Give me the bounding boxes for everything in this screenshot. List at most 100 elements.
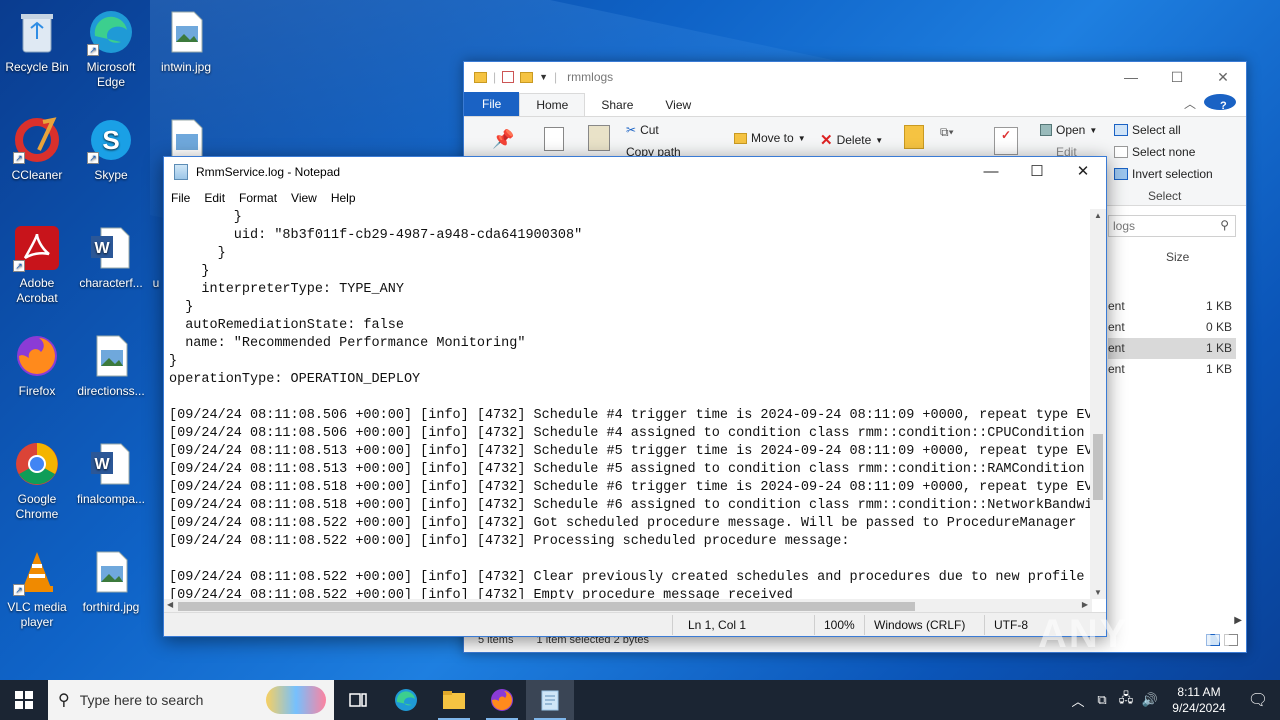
- recycle-bin-icon: [13, 8, 61, 56]
- minimize-button[interactable]: —: [968, 157, 1014, 187]
- desktop-icon-recycle-bin[interactable]: Recycle Bin: [0, 8, 74, 75]
- network-device-icon[interactable]: ⧉: [1090, 692, 1114, 708]
- menu-file[interactable]: File: [164, 191, 197, 205]
- text-editor-area[interactable]: } uid: "8b3f011f-cb29-4987-a948-cda64190…: [164, 209, 1092, 599]
- image-file-icon: [87, 332, 135, 380]
- taskbar-firefox[interactable]: [478, 680, 526, 720]
- help-icon[interactable]: ?: [1200, 94, 1246, 116]
- notepad-title-bar[interactable]: RmmService.log - Notepad — ☐ ✕: [164, 157, 1106, 187]
- taskbar-search-box[interactable]: ⚲ Type here to search: [48, 680, 334, 720]
- properties-button[interactable]: ✓: [994, 127, 1018, 155]
- desktop-icon-label: Recycle Bin: [5, 60, 69, 74]
- horizontal-scroll-thumb[interactable]: [178, 602, 915, 611]
- menu-view[interactable]: View: [284, 191, 324, 205]
- notepad-window[interactable]: RmmService.log - Notepad — ☐ ✕ File Edit…: [163, 156, 1107, 637]
- cut-button[interactable]: ✂ Cut: [626, 123, 659, 137]
- start-button[interactable]: [0, 680, 48, 720]
- chevron-up-icon[interactable]: ︿: [1066, 691, 1090, 710]
- desktop-icon-acrobat[interactable]: ↗ Adobe Acrobat: [0, 224, 74, 306]
- column-header-size[interactable]: Size: [1166, 250, 1189, 264]
- vertical-scrollbar[interactable]: ▲ ▼: [1090, 209, 1106, 599]
- move-to-button[interactable]: Move to ▼: [734, 131, 806, 145]
- scroll-up-arrow[interactable]: ▲: [1094, 211, 1102, 220]
- network-icon[interactable]: 🖧: [1114, 689, 1138, 711]
- cut-label: Cut: [640, 123, 659, 137]
- search-box[interactable]: logs ⚲: [1108, 215, 1236, 237]
- list-item[interactable]: ent 1 KB: [1108, 359, 1236, 380]
- properties-icon[interactable]: [502, 71, 515, 83]
- tab-share[interactable]: Share: [585, 94, 649, 116]
- tab-home[interactable]: Home: [519, 93, 586, 116]
- maximize-button[interactable]: ☐: [1154, 69, 1200, 86]
- chevron-down-icon[interactable]: ▼: [539, 72, 548, 82]
- horizontal-scrollbar[interactable]: ◀ ▶: [164, 599, 1092, 613]
- list-item[interactable]: ent 0 KB: [1108, 317, 1236, 338]
- desktop-icon-intwin[interactable]: intwin.jpg: [149, 8, 223, 75]
- desktop-icon-u[interactable]: u: [149, 224, 163, 291]
- select-none-button[interactable]: Select none: [1114, 145, 1195, 159]
- shortcut-arrow-icon: ↗: [13, 584, 25, 596]
- text-line: [09/24/24 08:11:08.506 +00:00] [info] [4…: [169, 426, 1085, 441]
- taskbar-edge[interactable]: [382, 680, 430, 720]
- scroll-right-arrow[interactable]: ▶: [1082, 600, 1088, 609]
- list-item[interactable]: ent 1 KB: [1108, 338, 1236, 359]
- desktop-icon-characterf[interactable]: W characterf...: [74, 224, 148, 291]
- collapse-ribbon-icon[interactable]: ︿: [1180, 91, 1200, 116]
- notification-icon[interactable]: 🗨: [1236, 690, 1280, 710]
- new-folder-icon[interactable]: [520, 71, 534, 83]
- tab-view[interactable]: View: [649, 94, 707, 116]
- taskbar-file-explorer[interactable]: [430, 680, 478, 720]
- paste-icon[interactable]: [588, 125, 610, 151]
- explorer-hscroll-right-arrow[interactable]: ▶: [1234, 615, 1242, 626]
- file-icon: [149, 224, 163, 272]
- new-folder-button[interactable]: [904, 125, 924, 149]
- vertical-scroll-thumb[interactable]: [1093, 434, 1103, 500]
- task-view-icon: [349, 693, 367, 707]
- taskbar-notepad[interactable]: [526, 680, 574, 720]
- text-line: }: [169, 354, 178, 369]
- desktop-icon-ccleaner[interactable]: ↗ CCleaner: [0, 116, 74, 183]
- text-line: [09/24/24 08:11:08.513 +00:00] [info] [4…: [169, 444, 1092, 459]
- edge-icon: [395, 689, 417, 711]
- folder-icon: [474, 71, 487, 83]
- text-line: }: [169, 246, 226, 261]
- status-separator: [672, 615, 673, 635]
- invert-selection-button[interactable]: Invert selection: [1114, 167, 1213, 181]
- clock-time: 8:11 AM: [1177, 685, 1221, 699]
- menu-format[interactable]: Format: [232, 191, 284, 205]
- new-item-icon[interactable]: ⧉▾: [940, 125, 954, 140]
- scroll-left-arrow[interactable]: ◀: [167, 600, 173, 609]
- desktop-icon-vlc[interactable]: ↗ VLC media player: [0, 548, 74, 630]
- select-all-button[interactable]: Select all: [1114, 123, 1181, 137]
- taskbar-clock[interactable]: 8:11 AM 9/24/2024: [1162, 684, 1236, 716]
- desktop-icon-directionss[interactable]: directionss...: [74, 332, 148, 399]
- maximize-button[interactable]: ☐: [1014, 157, 1060, 187]
- desktop-icon-label: characterf...: [79, 276, 143, 290]
- search-placeholder: logs: [1113, 219, 1136, 233]
- desktop-icon-firefox[interactable]: Firefox: [0, 332, 74, 399]
- list-item[interactable]: ent 1 KB: [1108, 296, 1236, 317]
- scroll-down-arrow[interactable]: ▼: [1094, 588, 1102, 597]
- copy-icon[interactable]: [544, 127, 564, 151]
- close-button[interactable]: ✕: [1200, 69, 1246, 86]
- menu-help[interactable]: Help: [324, 191, 363, 205]
- desktop-icon-edge[interactable]: ↗ Microsoft Edge: [74, 8, 148, 90]
- volume-icon[interactable]: 🔊: [1138, 692, 1162, 708]
- task-view-button[interactable]: [334, 680, 382, 720]
- close-button[interactable]: ✕: [1060, 157, 1106, 187]
- minimize-button[interactable]: —: [1108, 69, 1154, 86]
- desktop-icon-skype[interactable]: S ↗ Skype: [74, 116, 148, 183]
- delete-button[interactable]: ✕ Delete ▼: [820, 131, 883, 149]
- tab-file[interactable]: File: [464, 92, 520, 116]
- delete-label: Delete: [836, 133, 872, 147]
- desktop-icon-finalcompa[interactable]: W finalcompa...: [74, 440, 148, 507]
- text-line: uid: "8b3f011f-cb29-4987-a948-cda6419003…: [169, 228, 583, 243]
- chevron-down-icon: ▼: [1089, 125, 1098, 135]
- desktop-icon-chrome[interactable]: Google Chrome: [0, 440, 74, 522]
- text-line: [09/24/24 08:11:08.522 +00:00] [info] [4…: [169, 588, 793, 599]
- open-button[interactable]: Open ▼: [1040, 123, 1097, 137]
- explorer-title-bar[interactable]: | ▼ | rmmlogs — ☐ ✕: [464, 62, 1246, 92]
- desktop-icon-forthird[interactable]: forthird.jpg: [74, 548, 148, 615]
- pin-icon[interactable]: 📌: [492, 129, 514, 150]
- menu-edit[interactable]: Edit: [197, 191, 232, 205]
